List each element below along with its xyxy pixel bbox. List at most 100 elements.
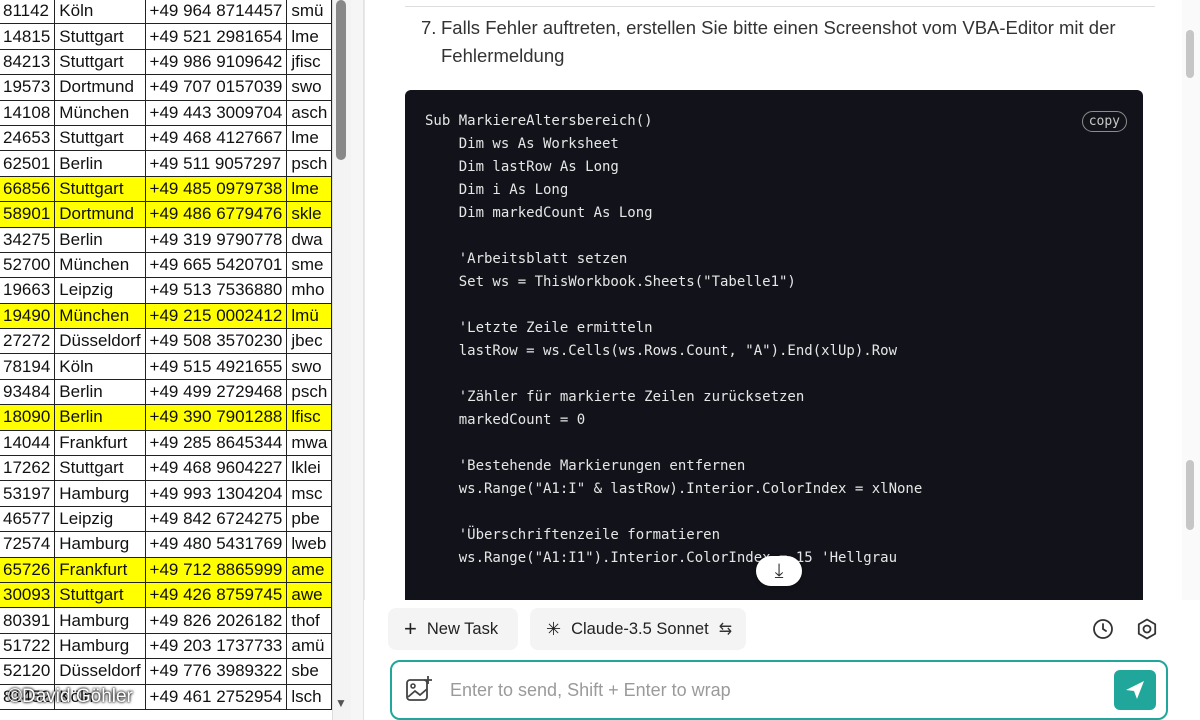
- message-input[interactable]: [448, 672, 1052, 708]
- cell-city[interactable]: Stuttgart: [54, 455, 146, 482]
- cell-plz[interactable]: 52700: [0, 251, 56, 279]
- cell-phone[interactable]: +49 426 8759745: [144, 581, 288, 609]
- cell-email[interactable]: thof: [286, 607, 332, 634]
- cell-plz[interactable]: 30093: [0, 581, 56, 609]
- table-row[interactable]: 93484 Berlin +49 499 2729468 psch: [0, 378, 332, 406]
- chat-scroll-thumb[interactable]: [1186, 460, 1194, 530]
- cell-plz[interactable]: 19663: [0, 277, 56, 304]
- cell-email[interactable]: lmü: [286, 302, 332, 330]
- cell-plz[interactable]: 58901: [0, 201, 56, 228]
- table-row[interactable]: 46577 Leipzig +49 842 6724275 pbe: [0, 505, 332, 533]
- cell-email[interactable]: pbe: [286, 505, 332, 533]
- cell-plz[interactable]: 46577: [0, 505, 56, 533]
- cell-plz[interactable]: 72574: [0, 531, 56, 558]
- cell-phone[interactable]: +49 285 8645344: [144, 429, 288, 457]
- send-button[interactable]: [1114, 670, 1156, 710]
- cell-plz[interactable]: 62501: [0, 150, 56, 177]
- cell-phone[interactable]: +49 319 9790778: [144, 226, 288, 253]
- cell-city[interactable]: Berlin: [54, 150, 146, 177]
- cell-city[interactable]: Düsseldorf: [54, 658, 146, 685]
- table-row[interactable]: 84213 Stuttgart +49 986 9109642 jfisc: [0, 48, 332, 76]
- cell-plz[interactable]: 53197: [0, 480, 56, 507]
- cell-phone[interactable]: +49 776 3989322: [144, 658, 288, 685]
- cell-email[interactable]: dwa: [286, 226, 332, 253]
- image-add-icon[interactable]: [404, 674, 434, 704]
- scroll-down-arrow-icon[interactable]: ▼: [335, 696, 347, 710]
- cell-plz[interactable]: 24653: [0, 124, 56, 152]
- cell-city[interactable]: Leipzig: [54, 505, 146, 533]
- cell-email[interactable]: smü: [286, 0, 332, 25]
- table-row[interactable]: 27272 Düsseldorf +49 508 3570230 jbec: [0, 328, 332, 355]
- cell-email[interactable]: jbec: [286, 328, 332, 355]
- table-row[interactable]: 14815 Stuttgart +49 521 2981654 lme: [0, 23, 332, 50]
- cell-city[interactable]: Dortmund: [54, 201, 146, 228]
- cell-phone[interactable]: +49 468 4127667: [144, 124, 288, 152]
- cell-plz[interactable]: 19573: [0, 74, 56, 101]
- table-row[interactable]: 78194 Köln +49 515 4921655 swo: [0, 353, 332, 380]
- cell-city[interactable]: Hamburg: [54, 632, 146, 660]
- cell-phone[interactable]: +49 707 0157039: [144, 74, 288, 101]
- cell-phone[interactable]: +49 826 2026182: [144, 607, 288, 634]
- table-row[interactable]: 14108 München +49 443 3009704 asch: [0, 99, 332, 126]
- table-row[interactable]: 17262 Stuttgart +49 468 9604227 lklei: [0, 455, 332, 482]
- table-row[interactable]: 81142 Köln +49 964 8714457 smü: [0, 0, 332, 25]
- cell-plz[interactable]: 27272: [0, 328, 56, 355]
- table-row[interactable]: 52700 München +49 665 5420701 sme: [0, 251, 332, 279]
- cell-city[interactable]: München: [54, 251, 146, 279]
- cell-email[interactable]: swo: [286, 353, 332, 380]
- cell-plz[interactable]: 51722: [0, 632, 56, 660]
- pane-divider[interactable]: [351, 0, 364, 720]
- cell-phone[interactable]: +49 515 4921655: [144, 353, 288, 380]
- cell-city[interactable]: Stuttgart: [54, 124, 146, 152]
- table-row[interactable]: 14044 Frankfurt +49 285 8645344 mwa: [0, 429, 332, 457]
- cell-email[interactable]: lfisc: [286, 404, 332, 431]
- new-task-button[interactable]: + New Task: [388, 608, 518, 650]
- cell-phone[interactable]: +49 480 5431769: [144, 531, 288, 558]
- cell-email[interactable]: awe: [286, 581, 332, 609]
- cell-phone[interactable]: +49 508 3570230: [144, 328, 288, 355]
- table-row[interactable]: 80391 Hamburg +49 826 2026182 thof: [0, 607, 332, 634]
- cell-plz[interactable]: 93484: [0, 378, 56, 406]
- cell-city[interactable]: Hamburg: [54, 531, 146, 558]
- cell-phone[interactable]: +49 964 8714457: [144, 0, 288, 25]
- cell-email[interactable]: msc: [286, 480, 332, 507]
- cell-phone[interactable]: +49 521 2981654: [144, 23, 288, 50]
- cell-phone[interactable]: +49 485 0979738: [144, 175, 288, 203]
- scroll-to-bottom-button[interactable]: ⤓: [756, 556, 802, 586]
- cell-phone[interactable]: +49 665 5420701: [144, 251, 288, 279]
- table-row[interactable]: 51722 Hamburg +49 203 1737733 amü: [0, 632, 332, 660]
- cell-phone[interactable]: +49 390 7901288: [144, 404, 288, 431]
- spreadsheet-scrollbar[interactable]: ▼: [332, 0, 351, 720]
- cell-phone[interactable]: +49 513 7536880: [144, 277, 288, 304]
- history-button[interactable]: [1090, 616, 1116, 642]
- cell-email[interactable]: lme: [286, 124, 332, 152]
- cell-email[interactable]: jfisc: [286, 48, 332, 76]
- table-row[interactable]: 65726 Frankfurt +49 712 8865999 ame: [0, 556, 332, 583]
- table-row[interactable]: 24653 Stuttgart +49 468 4127667 lme: [0, 124, 332, 152]
- cell-phone[interactable]: +49 842 6724275: [144, 505, 288, 533]
- cell-plz[interactable]: 18090: [0, 404, 56, 431]
- table-row[interactable]: 62501 Berlin +49 511 9057297 psch: [0, 150, 332, 177]
- settings-button[interactable]: [1134, 616, 1160, 642]
- cell-email[interactable]: swo: [286, 74, 332, 101]
- cell-city[interactable]: Stuttgart: [54, 48, 146, 76]
- cell-email[interactable]: ame: [286, 556, 332, 583]
- table-row[interactable]: 19490 München +49 215 0002412 lmü: [0, 302, 332, 330]
- cell-plz[interactable]: 84213: [0, 48, 56, 76]
- cell-city[interactable]: Stuttgart: [54, 175, 146, 203]
- spreadsheet-scroll-thumb[interactable]: [336, 0, 346, 160]
- cell-email[interactable]: psch: [286, 150, 332, 177]
- cell-plz[interactable]: 14815: [0, 23, 56, 50]
- cell-city[interactable]: München: [54, 302, 146, 330]
- cell-phone[interactable]: +49 461 2752954: [144, 683, 288, 710]
- cell-phone[interactable]: +49 486 6779476: [144, 201, 288, 228]
- table-row[interactable]: 66856 Stuttgart +49 485 0979738 lme: [0, 175, 332, 203]
- cell-email[interactable]: lweb: [286, 531, 332, 558]
- table-row[interactable]: 58901 Dortmund +49 486 6779476 skle: [0, 201, 332, 228]
- cell-email[interactable]: mho: [286, 277, 332, 304]
- cell-email[interactable]: skle: [286, 201, 332, 228]
- cell-plz[interactable]: 80391: [0, 607, 56, 634]
- cell-phone[interactable]: +49 499 2729468: [144, 378, 288, 406]
- cell-phone[interactable]: +49 986 9109642: [144, 48, 288, 76]
- cell-city[interactable]: Frankfurt: [54, 429, 146, 457]
